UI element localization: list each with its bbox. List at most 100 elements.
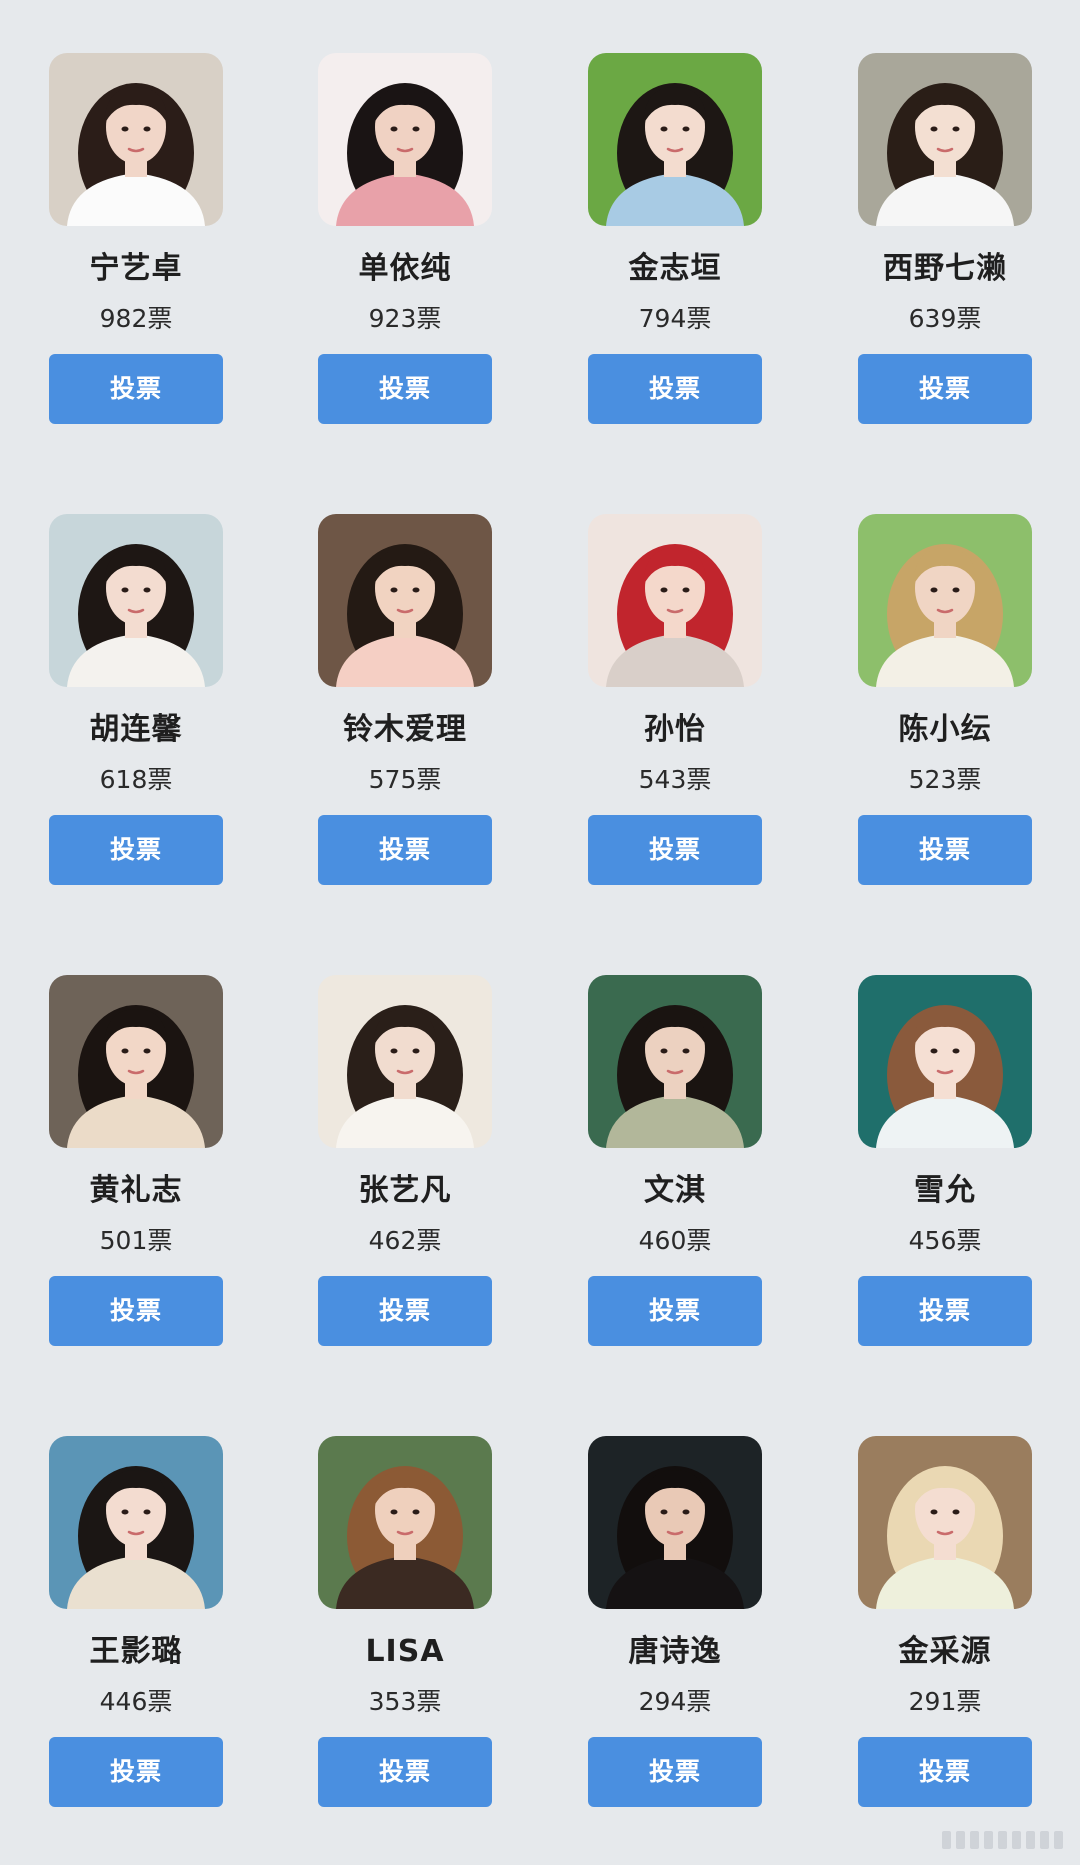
candidate-name: 金志垣 (628, 251, 722, 286)
portrait-illustration (588, 53, 762, 226)
candidate-photo (49, 53, 223, 226)
candidate-photo (49, 1436, 223, 1609)
vote-button[interactable]: 投票 (588, 1737, 762, 1807)
candidate-card: 铃木爱理 575票 投票 (318, 514, 492, 886)
candidate-name: 西野七濑 (883, 251, 1007, 286)
candidate-card: 陈小纭 523票 投票 (858, 514, 1032, 886)
candidate-name: 胡连馨 (89, 712, 183, 747)
vote-count: 462票 (368, 1226, 442, 1255)
candidate-photo (588, 53, 762, 226)
vote-button[interactable]: 投票 (318, 815, 492, 885)
candidate-card: 胡连馨 618票 投票 (49, 514, 223, 886)
vote-count: 982票 (99, 304, 173, 333)
candidate-card: 雪允 456票 投票 (858, 975, 1032, 1347)
candidate-card: 宁艺卓 982票 投票 (49, 53, 223, 425)
candidate-card: 单依纯 923票 投票 (318, 53, 492, 425)
candidate-photo (588, 514, 762, 687)
eye-right (682, 126, 690, 132)
eye-left (390, 1048, 398, 1054)
vote-button[interactable]: 投票 (318, 354, 492, 424)
candidate-name: 唐诗逸 (628, 1634, 722, 1669)
vote-count: 543票 (638, 765, 712, 794)
portrait-illustration (588, 514, 762, 687)
candidate-card: 孙怡 543票 投票 (588, 514, 762, 886)
candidate-photo (318, 1436, 492, 1609)
eye-left (930, 126, 938, 132)
eye-left (660, 587, 668, 593)
eye-right (143, 1048, 151, 1054)
vote-button[interactable]: 投票 (49, 815, 223, 885)
vote-count: 460票 (638, 1226, 712, 1255)
eye-right (682, 1509, 690, 1515)
portrait-illustration (588, 975, 762, 1148)
vote-button[interactable]: 投票 (49, 1737, 223, 1807)
vote-count: 523票 (908, 765, 982, 794)
eye-left (121, 1509, 129, 1515)
candidate-photo (588, 1436, 762, 1609)
vote-button[interactable]: 投票 (318, 1737, 492, 1807)
vote-button[interactable]: 投票 (49, 354, 223, 424)
candidate-name: 宁艺卓 (89, 251, 183, 286)
candidate-photo (858, 514, 1032, 687)
portrait-illustration (49, 1436, 223, 1609)
eye-left (930, 587, 938, 593)
portrait-illustration (49, 975, 223, 1148)
vote-button[interactable]: 投票 (588, 1276, 762, 1346)
portrait-illustration (318, 53, 492, 226)
candidate-card: 金志垣 794票 投票 (588, 53, 762, 425)
eye-left (121, 126, 129, 132)
eye-right (412, 126, 420, 132)
candidate-grid: 宁艺卓 982票 投票 单依纯 923票 投票 金志垣 794票 投票 西野七濑… (0, 0, 1080, 1865)
vote-count: 501票 (99, 1226, 173, 1255)
candidate-name: 张艺凡 (358, 1173, 452, 1208)
eye-left (390, 126, 398, 132)
portrait-illustration (858, 514, 1032, 687)
vote-button[interactable]: 投票 (858, 1737, 1032, 1807)
candidate-name: LISA (365, 1634, 445, 1669)
vote-button[interactable]: 投票 (858, 1276, 1032, 1346)
candidate-photo (49, 975, 223, 1148)
vote-button[interactable]: 投票 (588, 354, 762, 424)
candidate-photo (858, 975, 1032, 1148)
eye-right (952, 587, 960, 593)
eye-left (930, 1048, 938, 1054)
vote-count: 639票 (908, 304, 982, 333)
candidate-name: 黄礼志 (89, 1173, 183, 1208)
portrait-illustration (318, 514, 492, 687)
candidate-card: 唐诗逸 294票 投票 (588, 1436, 762, 1808)
eye-right (143, 126, 151, 132)
candidate-photo (318, 975, 492, 1148)
vote-count: 353票 (368, 1687, 442, 1716)
eye-left (930, 1509, 938, 1515)
vote-count: 575票 (368, 765, 442, 794)
vote-button[interactable]: 投票 (588, 815, 762, 885)
vote-count: 446票 (99, 1687, 173, 1716)
eye-right (412, 1509, 420, 1515)
portrait-illustration (588, 1436, 762, 1609)
vote-button[interactable]: 投票 (858, 354, 1032, 424)
portrait-illustration (49, 53, 223, 226)
candidate-photo (858, 53, 1032, 226)
eye-left (121, 587, 129, 593)
portrait-illustration (49, 514, 223, 687)
candidate-photo (318, 514, 492, 687)
vote-count: 923票 (368, 304, 442, 333)
portrait-illustration (858, 53, 1032, 226)
candidate-card: 文淇 460票 投票 (588, 975, 762, 1347)
candidate-photo (858, 1436, 1032, 1609)
eye-right (412, 1048, 420, 1054)
candidate-card: 西野七濑 639票 投票 (858, 53, 1032, 425)
candidate-photo (318, 53, 492, 226)
candidate-name: 王影璐 (89, 1634, 183, 1669)
vote-button[interactable]: 投票 (318, 1276, 492, 1346)
vote-count: 291票 (908, 1687, 982, 1716)
eye-left (390, 587, 398, 593)
vote-button[interactable]: 投票 (858, 815, 1032, 885)
candidate-card: 金采源 291票 投票 (858, 1436, 1032, 1808)
candidate-name: 陈小纭 (898, 712, 992, 747)
vote-count: 794票 (638, 304, 712, 333)
eye-right (682, 587, 690, 593)
candidate-name: 单依纯 (358, 251, 452, 286)
vote-button[interactable]: 投票 (49, 1276, 223, 1346)
eye-right (143, 1509, 151, 1515)
